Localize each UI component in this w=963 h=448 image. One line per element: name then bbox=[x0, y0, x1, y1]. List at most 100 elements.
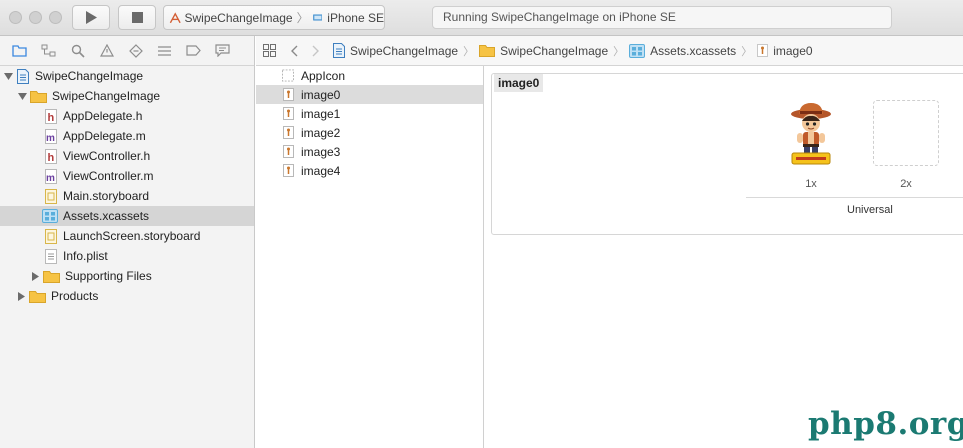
breadcrumb-label: image0 bbox=[773, 43, 813, 58]
tree-item-label: ViewController.m bbox=[63, 169, 154, 183]
scale-label-2x: 2x bbox=[900, 178, 912, 190]
tree-item-group[interactable]: SwipeChangeImage bbox=[0, 86, 254, 106]
search-icon[interactable] bbox=[70, 43, 85, 58]
asset-catalog-icon bbox=[42, 209, 58, 224]
tree-item-file[interactable]: m ViewController.m bbox=[0, 166, 254, 186]
storyboard-icon bbox=[44, 228, 58, 244]
window-close-button[interactable] bbox=[9, 11, 22, 24]
tree-item-file[interactable]: LaunchScreen.storyboard bbox=[0, 226, 254, 246]
asset-item-label: image0 bbox=[301, 87, 341, 102]
folder-icon bbox=[30, 89, 47, 104]
breadcrumb-group[interactable]: SwipeChangeImage bbox=[479, 44, 608, 58]
app-icon-placeholder-icon bbox=[282, 69, 294, 83]
watermark: php8.org bbox=[808, 406, 963, 442]
tree-item-label: SwipeChangeImage bbox=[35, 69, 144, 83]
xcode-project-icon bbox=[16, 68, 30, 84]
implementation-file-icon: m bbox=[44, 128, 58, 144]
image-set-icon bbox=[282, 126, 294, 140]
folder-icon bbox=[479, 44, 496, 57]
warning-icon[interactable] bbox=[99, 43, 114, 58]
hierarchy-icon[interactable] bbox=[41, 43, 56, 58]
cartoon-character-image bbox=[791, 103, 831, 165]
scale-label-1x: 1x bbox=[805, 178, 817, 190]
folder-icon[interactable] bbox=[12, 43, 27, 58]
tree-item-label: ViewController.h bbox=[63, 149, 151, 163]
asset-item-image4[interactable]: image4 bbox=[256, 161, 483, 180]
disclosure-expanded-icon[interactable] bbox=[17, 91, 27, 101]
storyboard-icon bbox=[44, 188, 58, 204]
tree-item-label: SwipeChangeImage bbox=[52, 89, 161, 103]
related-items-icon[interactable] bbox=[263, 44, 276, 57]
breadcrumb-label: Assets.xcassets bbox=[650, 43, 737, 58]
disclosure-collapsed-icon[interactable] bbox=[30, 271, 40, 281]
tree-item-file[interactable]: Main.storyboard bbox=[0, 186, 254, 206]
tree-item-file[interactable]: h AppDelegate.h bbox=[0, 106, 254, 126]
simulator-icon bbox=[312, 14, 323, 21]
asset-item-appicon[interactable]: AppIcon bbox=[256, 66, 483, 85]
tree-item-file[interactable]: h ViewController.h bbox=[0, 146, 254, 166]
breadcrumb-asset-catalog[interactable]: Assets.xcassets bbox=[629, 43, 737, 58]
test-icon[interactable] bbox=[128, 43, 143, 58]
breadcrumb-image-set[interactable]: image0 bbox=[757, 43, 813, 58]
image-slot-2x[interactable] bbox=[873, 100, 939, 166]
implementation-file-icon: m bbox=[44, 168, 58, 184]
activity-status: Running SwipeChangeImage on iPhone SE bbox=[432, 6, 892, 29]
asset-catalog-icon bbox=[629, 43, 646, 58]
image-set-editor: image0 1x 2x Universal bbox=[485, 66, 963, 448]
asset-item-image0[interactable]: image0 bbox=[256, 85, 483, 104]
tree-item-label: Main.storyboard bbox=[63, 189, 150, 203]
image-slot-1x[interactable] bbox=[778, 100, 844, 166]
tree-item-project[interactable]: SwipeChangeImage bbox=[0, 66, 254, 86]
stop-button[interactable] bbox=[118, 5, 156, 30]
asset-item-image1[interactable]: image1 bbox=[256, 104, 483, 123]
debug-icon[interactable] bbox=[157, 43, 172, 58]
svg-text:h: h bbox=[48, 112, 55, 124]
run-button[interactable] bbox=[72, 5, 110, 30]
image-set-title: image0 bbox=[494, 74, 544, 92]
folder-icon bbox=[29, 289, 46, 304]
asset-item-label: image3 bbox=[301, 144, 341, 159]
tree-item-file[interactable]: m AppDelegate.m bbox=[0, 126, 254, 146]
window-minimize-button[interactable] bbox=[29, 11, 42, 24]
disclosure-expanded-icon[interactable] bbox=[3, 71, 13, 81]
breadcrumb-project[interactable]: SwipeChangeImage bbox=[333, 43, 458, 58]
asset-item-image3[interactable]: image3 bbox=[256, 142, 483, 161]
svg-text:h: h bbox=[48, 152, 55, 164]
tree-item-label: LaunchScreen.storyboard bbox=[63, 229, 201, 243]
navigator-tabs bbox=[0, 36, 254, 66]
image-set-icon bbox=[282, 164, 294, 178]
project-navigator: SwipeChangeImage SwipeChangeImage h AppD… bbox=[0, 36, 255, 448]
breadcrumb-label: SwipeChangeImage bbox=[500, 43, 609, 58]
breadcrumb-separator: 〉 bbox=[613, 45, 625, 58]
device-name: iPhone SE bbox=[327, 10, 384, 25]
tree-item-file[interactable]: Info.plist bbox=[0, 246, 254, 266]
window-zoom-button[interactable] bbox=[49, 11, 62, 24]
svg-text:m: m bbox=[46, 133, 55, 144]
forward-chevron-icon[interactable] bbox=[312, 45, 320, 57]
asset-item-label: image1 bbox=[301, 106, 341, 121]
image-set-icon bbox=[757, 44, 769, 57]
play-icon bbox=[86, 11, 97, 24]
image-set-icon bbox=[282, 88, 294, 102]
back-chevron-icon[interactable] bbox=[290, 45, 298, 57]
asset-list: AppIcon image0 image1 image2 image3 imag… bbox=[256, 66, 484, 448]
tree-item-group[interactable]: Products bbox=[0, 286, 254, 306]
image-set-panel: image0 1x 2x Universal bbox=[491, 73, 963, 235]
image-set-icon bbox=[282, 145, 294, 159]
toolbar: SwipeChangeImage 〉 iPhone SE Running Swi… bbox=[0, 0, 963, 36]
tree-item-file-selected[interactable]: Assets.xcassets bbox=[0, 206, 254, 226]
disclosure-collapsed-icon[interactable] bbox=[16, 291, 26, 301]
tree-item-label: Assets.xcassets bbox=[63, 209, 150, 223]
scheme-selector[interactable]: SwipeChangeImage 〉 iPhone SE bbox=[163, 5, 385, 30]
plist-icon bbox=[44, 248, 58, 264]
header-file-icon: h bbox=[44, 148, 58, 164]
asset-item-image2[interactable]: image2 bbox=[256, 123, 483, 142]
svg-text:m: m bbox=[46, 173, 55, 184]
tree-item-group[interactable]: Supporting Files bbox=[0, 266, 254, 286]
jump-bar: SwipeChangeImage 〉 SwipeChangeImage 〉 As… bbox=[256, 36, 963, 66]
breakpoint-icon[interactable] bbox=[186, 43, 201, 58]
scheme-separator: 〉 bbox=[296, 11, 309, 25]
tree-item-label: AppDelegate.m bbox=[63, 129, 146, 143]
folder-icon bbox=[43, 269, 60, 284]
report-icon[interactable] bbox=[215, 43, 230, 58]
